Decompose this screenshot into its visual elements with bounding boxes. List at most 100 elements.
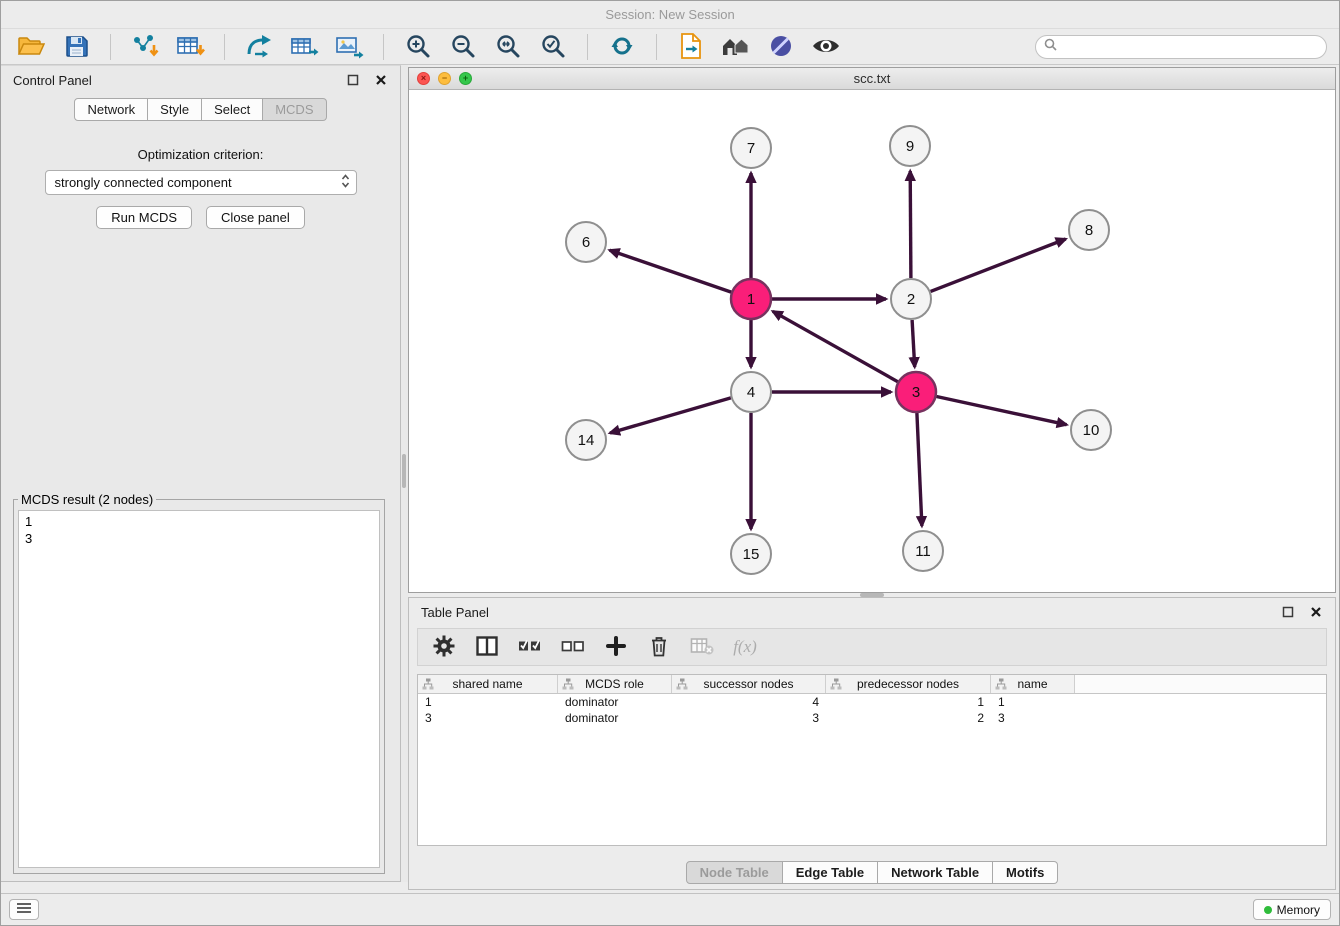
- window-titlebar[interactable]: Session: New Session: [1, 1, 1339, 29]
- node-10[interactable]: 10: [1071, 410, 1111, 450]
- settings-gear-button[interactable]: [431, 633, 457, 661]
- network-window-titlebar[interactable]: × − + scc.txt: [409, 68, 1335, 90]
- node-11[interactable]: 11: [903, 531, 943, 571]
- panel-menu-button[interactable]: [9, 899, 39, 920]
- edge-2-8[interactable]: [931, 239, 1066, 291]
- import-table-button[interactable]: [170, 31, 210, 63]
- node-2[interactable]: 2: [891, 279, 931, 319]
- edge-3-11[interactable]: [917, 413, 922, 526]
- run-mcds-button[interactable]: Run MCDS: [96, 206, 192, 229]
- table-cell[interactable]: 3: [672, 710, 826, 726]
- tab-select[interactable]: Select: [202, 98, 263, 121]
- table-row[interactable]: 1dominator411: [418, 694, 1326, 710]
- zoom-out-button[interactable]: [443, 31, 483, 63]
- node-1[interactable]: 1: [731, 279, 771, 319]
- toolbar-separator: [224, 34, 225, 60]
- node-9[interactable]: 9: [890, 126, 930, 166]
- edge-1-6[interactable]: [610, 250, 732, 292]
- zoom-window-icon[interactable]: +: [459, 72, 472, 85]
- edge-2-3[interactable]: [912, 320, 915, 367]
- node-14[interactable]: 14: [566, 420, 606, 460]
- select-all-icon: [518, 637, 542, 658]
- close-panel-icon[interactable]: [374, 73, 388, 87]
- style-circle-button[interactable]: [761, 31, 801, 63]
- show-columns-button[interactable]: [474, 633, 500, 661]
- table-cell[interactable]: 1: [826, 694, 991, 710]
- add-row-button[interactable]: [603, 633, 629, 661]
- table-row[interactable]: 3dominator323: [418, 710, 1326, 726]
- save-session-button[interactable]: [56, 31, 96, 63]
- network-canvas[interactable]: 7 9 6 8 1 2 4 3 14 10 15 11: [409, 90, 1335, 592]
- column-header-name[interactable]: name: [991, 675, 1075, 693]
- delete-row-button[interactable]: [646, 633, 672, 661]
- style-circle-icon: [768, 33, 794, 62]
- minimize-window-icon[interactable]: −: [438, 72, 451, 85]
- table-cell[interactable]: 3: [418, 710, 558, 726]
- table-cell[interactable]: 3: [991, 710, 1075, 726]
- column-header-shared-name[interactable]: shared name: [418, 675, 558, 693]
- export-image-button[interactable]: [329, 31, 369, 63]
- column-label: successor nodes: [703, 677, 793, 691]
- function-builder-button: f(x): [732, 633, 758, 661]
- zoom-fit-button[interactable]: [488, 31, 528, 63]
- import-network-button[interactable]: [125, 31, 165, 63]
- tab-node-table[interactable]: Node Table: [686, 861, 783, 884]
- column-header-MCDS-role[interactable]: MCDS role: [558, 675, 672, 693]
- export-network-button[interactable]: [239, 31, 279, 63]
- select-all-button[interactable]: [517, 633, 543, 661]
- window-controls: × − +: [417, 72, 472, 85]
- tab-style[interactable]: Style: [148, 98, 202, 121]
- tab-edge-table[interactable]: Edge Table: [783, 861, 878, 884]
- column-header-successor-nodes[interactable]: successor nodes: [672, 675, 826, 693]
- float-panel-icon[interactable]: [346, 73, 360, 87]
- zoom-selected-button[interactable]: [533, 31, 573, 63]
- eye-icon: [811, 35, 841, 60]
- vertical-splitter[interactable]: [401, 65, 408, 882]
- table-cell[interactable]: 1: [991, 694, 1075, 710]
- search-input[interactable]: [1062, 37, 1326, 57]
- float-panel-icon[interactable]: [1281, 605, 1295, 619]
- zoom-in-button[interactable]: [398, 31, 438, 63]
- node-label: 3: [912, 384, 920, 401]
- table-toolbar: f(x): [417, 628, 1327, 666]
- table-cell[interactable]: dominator: [558, 694, 672, 710]
- tab-network[interactable]: Network: [74, 98, 148, 121]
- tab-motifs[interactable]: Motifs: [993, 861, 1058, 884]
- edge-2-9[interactable]: [910, 171, 911, 278]
- memory-button[interactable]: Memory: [1253, 899, 1331, 920]
- edge-4-14[interactable]: [610, 398, 731, 433]
- refresh-button[interactable]: [602, 31, 642, 63]
- node-7[interactable]: 7: [731, 128, 771, 168]
- mcds-result-list[interactable]: 13: [18, 510, 380, 868]
- open-session-file-button[interactable]: [671, 31, 711, 63]
- node-6[interactable]: 6: [566, 222, 606, 262]
- close-window-icon[interactable]: ×: [417, 72, 430, 85]
- splitter-handle[interactable]: [402, 454, 406, 488]
- tab-mcds[interactable]: MCDS: [263, 98, 326, 121]
- export-table-button[interactable]: [284, 31, 324, 63]
- column-header-predecessor-nodes[interactable]: predecessor nodes: [826, 675, 991, 693]
- criterion-select[interactable]: strongly connected component: [45, 170, 357, 195]
- search-box[interactable]: [1035, 35, 1327, 59]
- mcds-result-title: MCDS result (2 nodes): [18, 492, 156, 507]
- node-8[interactable]: 8: [1069, 210, 1109, 250]
- deselect-all-button[interactable]: [560, 633, 586, 661]
- open-session-button[interactable]: [11, 31, 51, 63]
- node-4[interactable]: 4: [731, 372, 771, 412]
- close-panel-button[interactable]: Close panel: [206, 206, 305, 229]
- close-panel-icon[interactable]: [1309, 605, 1323, 619]
- import-table-icon: [175, 33, 205, 62]
- table-cell[interactable]: dominator: [558, 710, 672, 726]
- zoom-selected-icon: [540, 33, 566, 62]
- home-button[interactable]: [716, 31, 756, 63]
- edge-3-1[interactable]: [773, 311, 898, 381]
- eye-button[interactable]: [806, 31, 846, 63]
- table-cell[interactable]: 2: [826, 710, 991, 726]
- node-15[interactable]: 15: [731, 534, 771, 574]
- table-cell[interactable]: 1: [418, 694, 558, 710]
- tab-network-table[interactable]: Network Table: [878, 861, 993, 884]
- table-cell[interactable]: 4: [672, 694, 826, 710]
- deselect-all-icon: [561, 637, 585, 658]
- edge-3-10[interactable]: [937, 397, 1067, 425]
- node-3[interactable]: 3: [896, 372, 936, 412]
